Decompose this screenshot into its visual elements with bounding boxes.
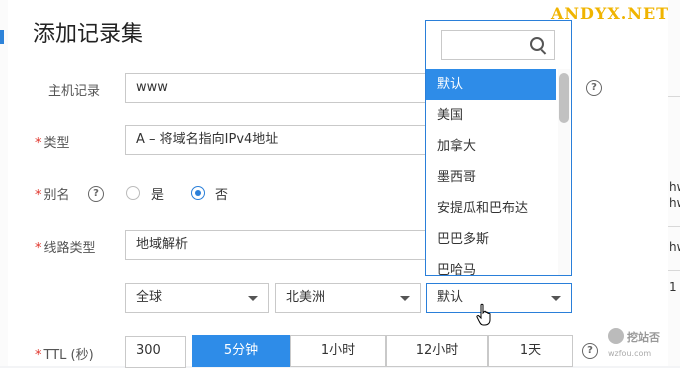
row-divider xyxy=(668,96,680,97)
background-text: hw xyxy=(669,180,680,194)
required-mark: * xyxy=(35,241,42,256)
search-icon[interactable] xyxy=(530,37,544,51)
ttl-option-1h[interactable]: 1小时 xyxy=(290,335,386,367)
line-type-select[interactable]: 地域解析 xyxy=(125,230,425,260)
country-select[interactable]: 默认 xyxy=(426,283,572,313)
chevron-down-icon xyxy=(551,296,561,301)
required-mark: * xyxy=(35,348,42,363)
dialog-title: 添加记录集 xyxy=(33,22,144,47)
background-text: hw xyxy=(669,196,680,210)
dropdown-option[interactable]: 默认 xyxy=(426,69,556,100)
dropdown-search-input[interactable] xyxy=(441,30,555,60)
help-icon[interactable]: ? xyxy=(586,80,602,96)
row-divider xyxy=(668,270,680,271)
type-label: 类型 xyxy=(43,136,70,151)
badge-url: wzfou.com xyxy=(608,349,651,358)
continent-select[interactable]: 北美洲 xyxy=(275,283,421,313)
hand-cursor-icon xyxy=(476,303,491,326)
background-text: hw xyxy=(669,240,680,254)
background-page-right: hw hw hw 1 xyxy=(668,0,680,366)
line-label-wrap: * 线路类型 xyxy=(35,237,96,256)
dropdown-option[interactable]: 加拿大 xyxy=(426,131,556,162)
ttl-label: TTL (秒) xyxy=(43,348,94,363)
alias-yes-radio[interactable] xyxy=(126,186,140,200)
type-label-wrap: * 类型 xyxy=(35,132,70,151)
wzfou-logo: 挖站否 wzfou.com xyxy=(608,328,660,358)
required-mark: * xyxy=(35,136,42,151)
required-mark: * xyxy=(35,188,42,203)
dropdown-scroll-thumb[interactable] xyxy=(559,73,569,123)
ttl-label-wrap: * TTL (秒) xyxy=(35,344,94,363)
continent-value: 北美洲 xyxy=(286,290,326,305)
background-text: 1 xyxy=(669,280,677,294)
ttl-input[interactable]: 300 xyxy=(125,336,186,368)
help-icon[interactable]: ? xyxy=(582,343,598,359)
wzfou-badge: 挖站否 wzfou.com xyxy=(606,322,668,362)
type-select[interactable]: A – 将域名指向IPv4地址 xyxy=(125,125,425,155)
row-divider xyxy=(668,226,680,227)
alias-label: 别名 xyxy=(43,188,70,203)
chevron-down-icon xyxy=(400,296,410,301)
active-nav-marker xyxy=(0,30,4,44)
chevron-down-icon xyxy=(248,296,258,301)
country-dropdown: 默认 美国 加拿大 墨西哥 安提瓜和巴布达 巴巴多斯 巴哈马 xyxy=(425,20,572,276)
dropdown-option[interactable]: 安提瓜和巴布达 xyxy=(426,193,556,224)
dropdown-option[interactable]: 墨西哥 xyxy=(426,162,556,193)
alias-no-radio[interactable] xyxy=(191,186,205,200)
dropdown-option[interactable]: 巴巴多斯 xyxy=(426,224,556,255)
dropdown-option[interactable]: 巴哈马 xyxy=(426,255,556,275)
host-label: 主机记录 xyxy=(48,84,101,99)
badge-title: 挖站否 xyxy=(627,330,660,344)
line-label: 线路类型 xyxy=(43,241,96,256)
region-select[interactable]: 全球 xyxy=(125,283,269,313)
ttl-option-5min[interactable]: 5分钟 xyxy=(192,335,290,367)
ttl-option-12h[interactable]: 12小时 xyxy=(386,335,488,367)
help-icon[interactable]: ? xyxy=(88,186,104,202)
alias-no-label[interactable]: 否 xyxy=(215,184,228,203)
country-value: 默认 xyxy=(437,290,464,305)
region-value: 全球 xyxy=(136,290,163,305)
dropdown-option[interactable]: 美国 xyxy=(426,100,556,131)
ttl-option-1d[interactable]: 1天 xyxy=(488,335,573,367)
alias-yes-label[interactable]: 是 xyxy=(151,184,164,203)
host-input[interactable]: www xyxy=(125,73,425,103)
alias-label-wrap: * 别名 xyxy=(35,184,70,203)
